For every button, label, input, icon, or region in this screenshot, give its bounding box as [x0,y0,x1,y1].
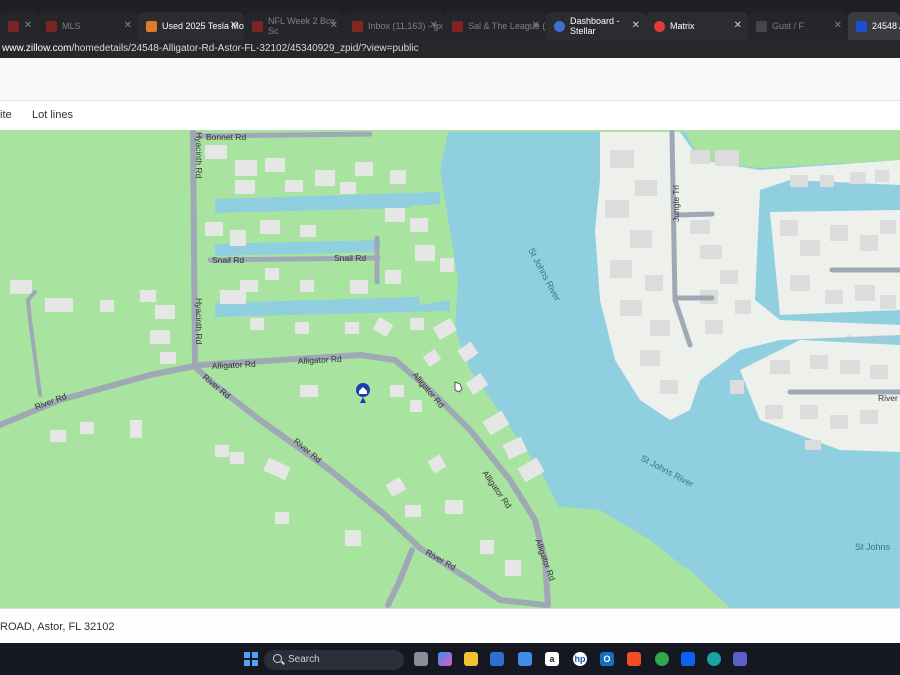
windows-start-icon[interactable] [244,652,258,666]
label-jungle-trl: Jungle Trl [671,185,681,222]
tab-favicon-icon [554,20,565,32]
edge-icon[interactable] [707,652,721,666]
tab-favicon-icon [252,20,263,32]
chrome-icon[interactable] [655,652,669,666]
url-path: /homedetails/24548-Alligator-Rd-Astor-FL… [71,43,419,54]
outlook-icon[interactable]: O [600,652,614,666]
label-hyacinth-rd: Hyacinth Rd [194,132,204,179]
close-icon[interactable]: ✕ [834,20,842,31]
close-icon[interactable]: ✕ [24,20,32,31]
teams-icon[interactable] [733,652,747,666]
browser-tab[interactable]: ✕ [0,12,38,40]
address-footer: ROAD, Astor, FL 32102 [0,608,900,644]
close-icon[interactable]: ✕ [532,20,540,31]
label-bonnet-rd: Bonnet Rd [206,132,246,142]
dropbox-icon[interactable] [681,652,695,666]
task-view-icon[interactable] [414,652,428,666]
taskbar-search[interactable]: Search [264,650,404,670]
address-bar[interactable]: www.zillow.com/homedetails/24548-Alligat… [0,40,900,58]
browser-tab-bar: ✕ MLS ✕ Used 2025 Tesla Mo ✕ NFL Week 2 … [0,0,900,40]
copilot-icon[interactable] [438,652,452,666]
page-header [0,58,900,100]
tab-favicon-icon [146,20,157,32]
tab-label: Gust / F [772,21,805,31]
browser-tab[interactable]: NFL Week 2 Box Sc ✕ [244,12,344,40]
gmail-icon [352,20,363,32]
close-icon[interactable]: ✕ [330,20,338,31]
label-hyacinth-rd: Hyacinth Rd [194,298,204,345]
browser-tab[interactable]: Used 2025 Tesla Mo ✕ [138,12,244,40]
label-snail-rd: Snail Rd [212,255,244,265]
youtube-icon [452,20,463,32]
zillow-icon [856,20,867,32]
hp-icon[interactable]: hp [573,652,587,666]
map-view-tabs: ite Lot lines [0,100,900,131]
browser-tab[interactable]: Gust / F ✕ [748,12,848,40]
search-label: Search [288,654,320,665]
close-icon[interactable]: ✕ [734,20,742,31]
tab-label: MLS [62,21,81,31]
tab-favicon-icon [46,20,57,32]
tab-lot-lines[interactable]: Lot lines [32,109,73,121]
amazon-icon[interactable]: a [545,652,559,666]
tab-favicon-icon [654,20,665,32]
mail-icon[interactable] [490,652,504,666]
browser-tab[interactable]: MLS ✕ [38,12,138,40]
tab-satellite[interactable]: ite [0,109,12,121]
browser-tab[interactable]: Matrix ✕ [646,12,748,40]
browser-tab[interactable]: Inbox (11,163) - gx ✕ [344,12,444,40]
label-snail-rd: Snail Rd [334,253,366,263]
close-icon[interactable]: ✕ [430,20,438,31]
property-map[interactable]: Bonnet Rd Hyacinth Rd Hyacinth Rd Snail … [0,130,900,608]
label-river-right: River [878,393,898,403]
tab-label: Matrix [670,21,695,31]
tab-favicon-icon [8,20,19,32]
url-domain: www.zillow.com [2,43,72,54]
file-explorer-icon[interactable] [464,652,478,666]
store-icon[interactable] [518,652,532,666]
road-spur-right [675,211,715,218]
close-icon[interactable]: ✕ [124,20,132,31]
label-stellar: Stellar MLS [846,334,893,344]
brave-icon[interactable] [627,652,641,666]
tab-favicon-icon [756,20,767,32]
label-st-johns-river: St Johns [855,542,891,552]
browser-tab-active[interactable]: 24548 ALLIG [848,12,900,40]
close-icon[interactable]: ✕ [632,20,640,31]
tab-label: 24548 ALLIG [872,21,900,31]
browser-tab[interactable]: Dashboard - Stellar ✕ [546,12,646,40]
search-icon [273,654,282,663]
close-icon[interactable]: ✕ [230,20,238,31]
address-text: ROAD, Astor, FL 32102 [0,621,115,633]
browser-tab[interactable]: Sal & The League ( ✕ [444,12,546,40]
